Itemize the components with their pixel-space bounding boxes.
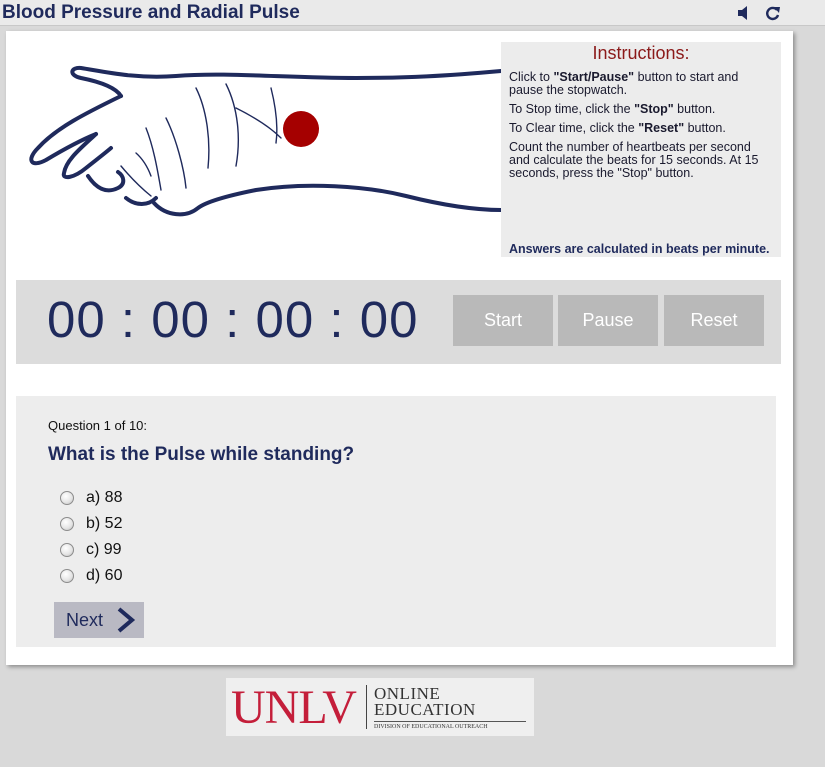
logo-rule xyxy=(374,721,526,722)
answer-option-b[interactable]: b) 52 xyxy=(60,511,122,537)
unlv-online-education-logo: UNLV ONLINE EDUCATION DIVISION OF EDUCAT… xyxy=(226,678,534,736)
reset-button[interactable]: Reset xyxy=(664,295,764,346)
logo-divider xyxy=(366,685,367,729)
next-button[interactable]: Next xyxy=(54,602,144,638)
title-bar: Blood Pressure and Radial Pulse xyxy=(0,0,825,26)
start-button[interactable]: Start xyxy=(453,295,553,346)
answer-units-note: Answers are calculated in beats per minu… xyxy=(509,242,770,256)
stopwatch: 00 : 00 : 00 : 00 Start Pause Reset xyxy=(16,280,781,364)
instructions-title: Instructions: xyxy=(592,43,690,63)
radio-button[interactable] xyxy=(60,517,74,531)
instruction-line: To Stop time, click the "Stop" button. xyxy=(509,102,716,116)
app-title: Blood Pressure and Radial Pulse xyxy=(2,2,300,23)
stopwatch-display: 00 : 00 : 00 : 00 xyxy=(47,291,419,348)
question-text: What is the Pulse while standing? xyxy=(48,444,355,465)
speaker-icon[interactable] xyxy=(736,4,754,22)
answer-option-d[interactable]: d) 60 xyxy=(60,563,122,589)
answer-options: a) 88 b) 52 c) 99 d) 60 xyxy=(60,485,122,589)
main-panel: Instructions: Click to "Start/Pause" but… xyxy=(6,31,793,665)
reload-icon[interactable] xyxy=(764,4,782,22)
instruction-line: Click to "Start/Pause" button to start a… xyxy=(509,70,739,97)
instruction-line: Count the number of heartbeats per secon… xyxy=(509,140,759,180)
logo-wordmark: UNLV xyxy=(231,681,357,734)
radio-button[interactable] xyxy=(60,491,74,505)
next-label: Next xyxy=(66,610,104,630)
quiz-panel: Question 1 of 10: What is the Pulse whil… xyxy=(16,396,776,647)
logo-line-3: DIVISION OF EDUCATIONAL OUTREACH xyxy=(374,724,488,730)
logo-line-2: EDUCATION xyxy=(374,700,476,719)
question-number: Question 1 of 10: xyxy=(48,418,148,433)
answer-option-a[interactable]: a) 88 xyxy=(60,485,122,511)
instructions-panel: Instructions: Click to "Start/Pause" but… xyxy=(501,42,781,257)
instruction-line: To Clear time, click the "Reset" button. xyxy=(509,121,726,135)
pause-button[interactable]: Pause xyxy=(558,295,658,346)
answer-option-c[interactable]: c) 99 xyxy=(60,537,122,563)
pulse-point-marker xyxy=(283,111,319,147)
radio-button[interactable] xyxy=(60,543,74,557)
wrist-pulse-illustration xyxy=(29,65,503,217)
chevron-right-icon xyxy=(117,607,136,633)
radio-button[interactable] xyxy=(60,569,74,583)
